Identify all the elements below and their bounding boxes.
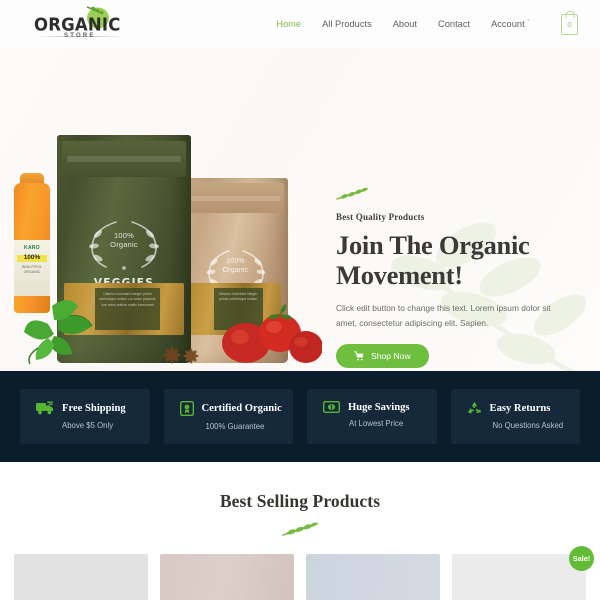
money-note-icon — [323, 401, 340, 413]
hero-section: KARO 100% BEAUTIFUL ORGANIC 100% Organic… — [0, 48, 600, 371]
nav-label: Contact — [438, 19, 471, 29]
product-grid: Sale! — [0, 538, 600, 600]
nav-item-about[interactable]: About — [393, 19, 417, 29]
site-header: ORGANIC STORE Home All Products About Co… — [0, 0, 600, 48]
shop-now-label: Shop Now — [371, 351, 411, 362]
basil-leaves-icon — [24, 300, 93, 365]
section-title: Best Selling Products — [219, 491, 381, 511]
bag-seal — [62, 141, 186, 177]
bag-strip-inner: Ullamco incentare integer primis sceleri… — [95, 288, 160, 330]
bag-badge-top: 100% — [226, 258, 245, 265]
nav-label: Account — [491, 19, 525, 29]
nav-item-all-products[interactable]: All Products — [322, 19, 372, 29]
bag-seal — [187, 183, 284, 213]
main-navigation: Home All Products About Contact Account … — [276, 13, 578, 35]
feature-subtitle: Above $5 Only — [62, 421, 114, 430]
leaf-branch-icon — [282, 522, 318, 536]
sale-badge: Sale! — [569, 546, 594, 571]
nav-label: All Products — [322, 19, 372, 29]
feature-huge-savings[interactable]: Huge Savings At Lowest Price — [307, 389, 437, 444]
cart-button[interactable]: 0 — [561, 13, 578, 35]
nav-item-account[interactable]: Account ˇ — [491, 19, 530, 29]
hero-eyebrow: Best Quality Products — [336, 212, 425, 222]
bottle-brand: KARO — [24, 245, 40, 251]
feature-free-shipping[interactable]: Free Shipping Above $5 Only — [20, 389, 150, 444]
features-bar: Free Shipping Above $5 Only Certified Or… — [0, 371, 600, 462]
tomatoes-icon — [222, 304, 322, 363]
feature-title: Certified Organic — [201, 403, 282, 414]
bag-badge-bottom: Organic — [222, 266, 249, 274]
nav-item-contact[interactable]: Contact — [438, 19, 470, 29]
feature-title: Easy Returns — [489, 402, 551, 414]
hero-title: Join The Organic Movement! — [336, 230, 530, 290]
hero-copy: Best Quality Products Join The Organic M… — [336, 186, 576, 369]
site-logo[interactable]: ORGANIC STORE — [34, 4, 126, 44]
bottle-subtext: BEAUTIFUL ORGANIC — [22, 264, 42, 274]
recycle-icon — [467, 401, 481, 414]
feature-title: Huge Savings — [348, 401, 410, 413]
product-card[interactable] — [160, 554, 294, 600]
bag-strip-text: Ullamco incentare integer primis sceleri… — [219, 292, 258, 302]
hero-product-image: KARO 100% BEAUTIFUL ORGANIC 100% Organic… — [0, 48, 335, 371]
feature-subtitle: No Questions Asked — [492, 421, 564, 430]
bag-badge-top: 100% — [114, 231, 134, 240]
best-selling-section: Best Selling Products Sale! — [0, 462, 600, 600]
certificate-badge-icon — [179, 401, 194, 416]
hero-body-text: Click edit button to change this text. L… — [336, 303, 551, 328]
leaf-branch-icon — [336, 187, 368, 200]
feature-easy-returns[interactable]: Easy Returns No Questions Asked — [450, 389, 580, 444]
cart-icon — [354, 351, 364, 361]
feature-certified-organic[interactable]: Certified Organic 100% Guarantee — [163, 389, 293, 444]
nav-label: About — [392, 19, 418, 29]
nav-label: Home — [276, 19, 302, 29]
nav-item-home[interactable]: Home — [276, 19, 301, 29]
logo-subtext: STORE — [64, 33, 96, 39]
feature-title: Free Shipping — [62, 402, 126, 414]
product-card[interactable] — [306, 554, 440, 600]
logo-text: ORGANIC — [34, 14, 121, 35]
feature-subtitle: 100% Guarantee — [205, 422, 265, 431]
cart-count: 0 — [567, 19, 572, 29]
chevron-down-icon: ˇ — [527, 19, 530, 27]
star-anise-icon — [163, 346, 199, 364]
bag-strip-text: Ullamco incentare integer primis sceleri… — [99, 292, 157, 307]
product-card[interactable] — [14, 554, 148, 600]
product-card[interactable]: Sale! — [452, 546, 594, 600]
delivery-truck-icon — [36, 401, 53, 415]
feature-subtitle: At Lowest Price — [349, 419, 404, 428]
bag-badge-bottom: Organic — [110, 240, 138, 250]
bottle-highlight: 100% — [17, 254, 47, 262]
shop-now-button[interactable]: Shop Now — [336, 344, 429, 369]
